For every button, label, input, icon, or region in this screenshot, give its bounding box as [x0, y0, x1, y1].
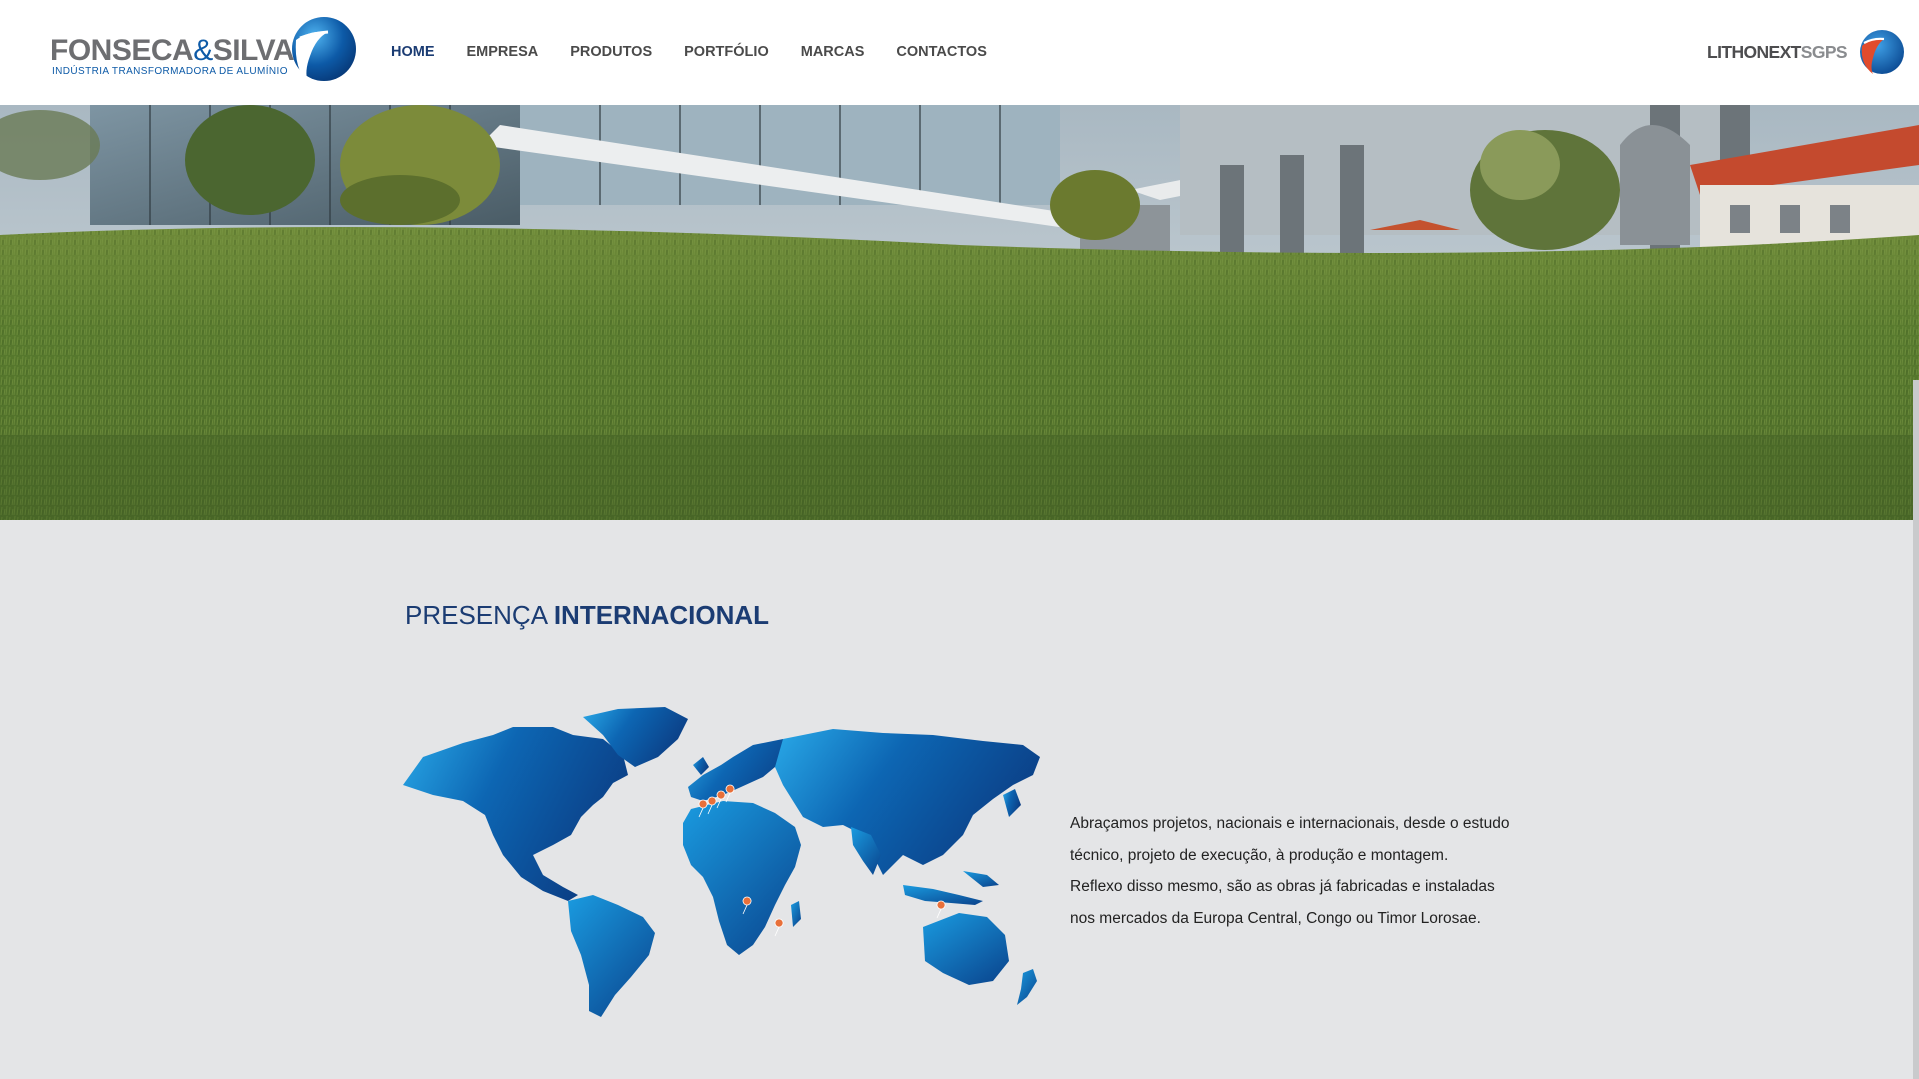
- world-map: [403, 707, 1040, 1017]
- blue-red-sphere-logo-icon: [1860, 30, 1904, 74]
- main-nav: HOME EMPRESA PRODUTOS PORTFÓLIO MARCAS C…: [391, 44, 1019, 60]
- site-header: FONSECA&SILVA INDÚSTRIA TRANSFORMADORA D…: [0, 0, 1919, 105]
- nav-item-empresa[interactable]: EMPRESA: [467, 44, 539, 60]
- nav-item-portfolio[interactable]: PORTFÓLIO: [684, 44, 769, 60]
- page-scrollbar[interactable]: [1913, 380, 1919, 1079]
- hero-image: [0, 105, 1919, 520]
- nav-item-produtos[interactable]: PRODUTOS: [570, 44, 652, 60]
- paragraph-line: Reflexo disso mesmo, são as obras já fab…: [1070, 878, 1495, 895]
- presence-paragraph: Abraçamos projetos, nacionais e internac…: [1070, 808, 1530, 934]
- logo-subtitle: INDÚSTRIA TRANSFORMADORA DE ALUMÍNIO: [52, 66, 288, 77]
- paragraph-line: Abraçamos projetos, nacionais e internac…: [1070, 815, 1510, 832]
- fonseca-silva-logo[interactable]: FONSECA&SILVA INDÚSTRIA TRANSFORMADORA D…: [50, 16, 360, 86]
- blue-sphere-logo-icon: [292, 17, 356, 82]
- lithonext-logo[interactable]: LITHONEXTSGPS: [1707, 28, 1907, 78]
- partner-wordmark: LITHONEXTSGPS: [1707, 42, 1848, 62]
- section-title: PRESENÇA INTERNACIONAL: [405, 600, 770, 630]
- hero-photo-building-lawn: [0, 105, 1919, 520]
- paragraph-line: nos mercados da Europa Central, Congo ou…: [1070, 909, 1481, 927]
- nav-item-contactos[interactable]: CONTACTOS: [896, 44, 987, 60]
- nav-item-marcas[interactable]: MARCAS: [801, 44, 865, 60]
- paragraph-line: técnico, projeto de execução, à produção…: [1070, 846, 1449, 864]
- logo-wordmark: FONSECA&SILVA: [50, 34, 295, 67]
- nav-item-home[interactable]: HOME: [391, 44, 435, 60]
